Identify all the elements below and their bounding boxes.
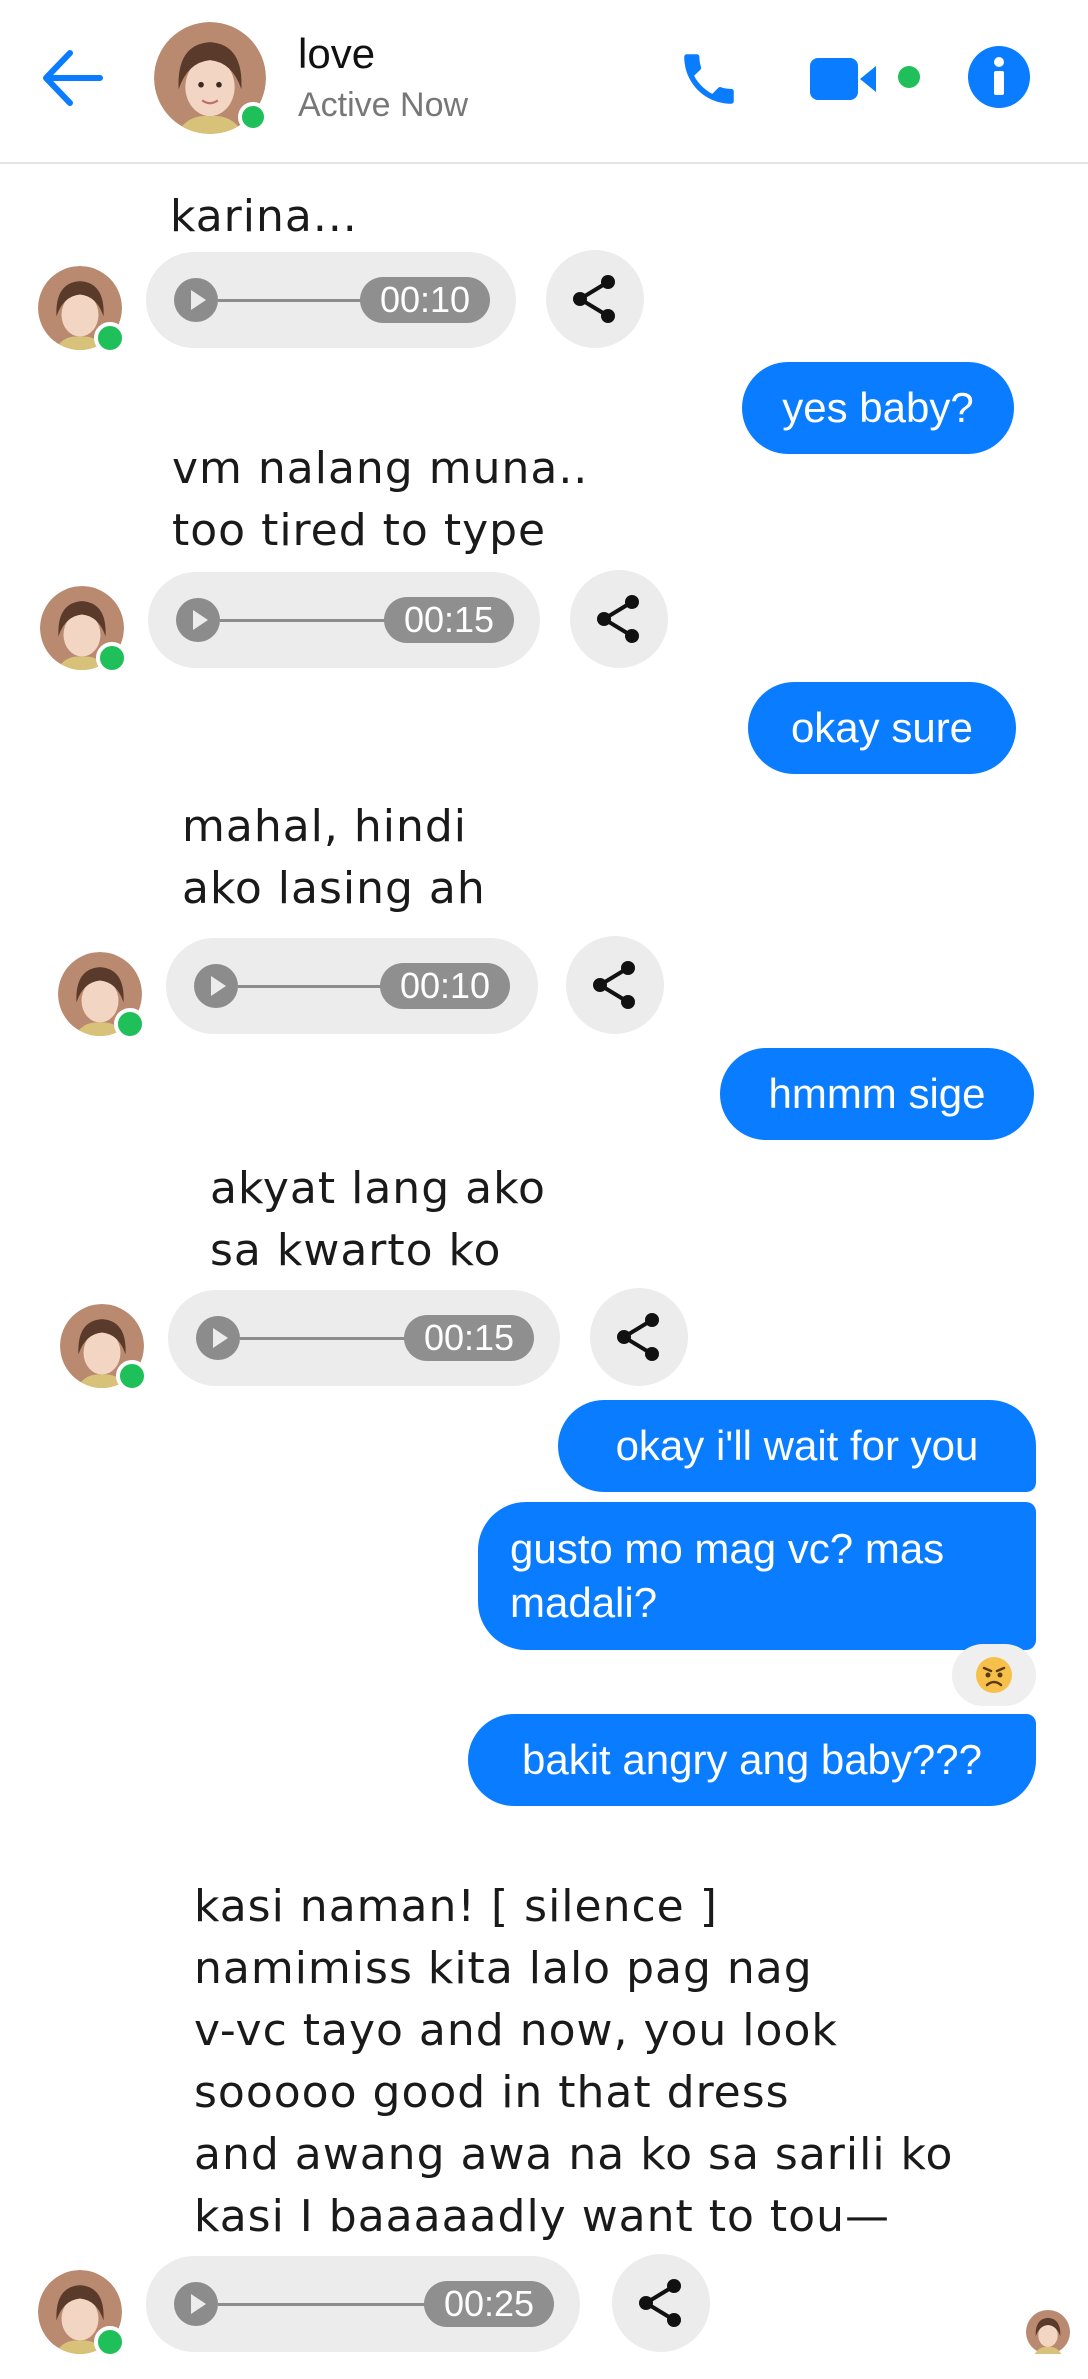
share-icon: [639, 2279, 681, 2327]
play-icon[interactable]: [174, 2282, 218, 2326]
share-button[interactable]: [546, 250, 644, 348]
phone-icon[interactable]: [676, 46, 742, 112]
share-button[interactable]: [612, 2254, 710, 2352]
voice-message[interactable]: 00:25: [146, 2256, 580, 2352]
voice-caption: kasi naman! [ silence ] namimiss kita la…: [194, 1881, 954, 2242]
voice-message[interactable]: 00:10: [146, 252, 516, 348]
voice-caption: mahal, hindi ako lasing ah: [182, 801, 486, 914]
online-indicator: [116, 1360, 148, 1392]
contact-status: Active Now: [298, 86, 469, 124]
contact-avatar: [40, 586, 128, 674]
share-icon: [573, 275, 615, 323]
share-button[interactable]: [566, 936, 664, 1034]
play-icon[interactable]: [194, 964, 238, 1008]
share-button[interactable]: [590, 1288, 688, 1386]
play-icon[interactable]: [174, 278, 218, 322]
read-receipt-avatar: [1026, 2310, 1070, 2354]
voice-caption: karina...: [170, 191, 358, 242]
sent-message[interactable]: bakit angry ang baby???: [468, 1714, 1036, 1806]
sent-message[interactable]: okay i'll wait for you: [558, 1400, 1036, 1492]
sent-message[interactable]: gusto mo mag vc? mas madali?: [478, 1502, 1036, 1650]
share-icon: [593, 961, 635, 1009]
voice-caption: akyat lang ako sa kwarto ko: [210, 1163, 546, 1276]
share-icon: [597, 595, 639, 643]
contact-avatar: [58, 952, 146, 1040]
voice-duration: 00:25: [424, 2281, 554, 2327]
contact-avatar[interactable]: [154, 22, 268, 134]
contact-name[interactable]: love: [298, 30, 375, 78]
message-reaction[interactable]: [952, 1644, 1036, 1706]
voice-duration: 00:10: [360, 277, 490, 323]
sent-message[interactable]: yes baby?: [742, 362, 1014, 454]
voice-duration: 00:15: [404, 1315, 534, 1361]
online-indicator: [94, 2326, 126, 2358]
back-arrow-icon[interactable]: [40, 45, 106, 111]
online-indicator: [94, 322, 126, 354]
video-active-dot: [898, 66, 920, 88]
online-indicator: [238, 102, 268, 132]
play-icon[interactable]: [196, 1316, 240, 1360]
online-indicator: [96, 642, 128, 674]
voice-message[interactable]: 00:15: [168, 1290, 560, 1386]
voice-duration: 00:15: [384, 597, 514, 643]
contact-avatar: [38, 2270, 126, 2358]
share-icon: [617, 1313, 659, 1361]
sent-message[interactable]: okay sure: [748, 682, 1016, 774]
share-button[interactable]: [570, 570, 668, 668]
angry-face-icon: [976, 1657, 1012, 1693]
voice-caption: vm nalang muna.. too tired to type: [172, 443, 589, 556]
voice-message[interactable]: 00:15: [148, 572, 540, 668]
chat-header: love Active Now: [0, 0, 1088, 164]
play-icon[interactable]: [176, 598, 220, 642]
sent-message[interactable]: hmmm sige: [720, 1048, 1034, 1140]
online-indicator: [114, 1008, 146, 1040]
contact-avatar: [60, 1304, 148, 1392]
voice-duration: 00:10: [380, 963, 510, 1009]
info-icon[interactable]: [966, 44, 1032, 110]
contact-avatar: [38, 266, 126, 354]
video-camera-icon[interactable]: [810, 54, 882, 104]
voice-message[interactable]: 00:10: [166, 938, 538, 1034]
